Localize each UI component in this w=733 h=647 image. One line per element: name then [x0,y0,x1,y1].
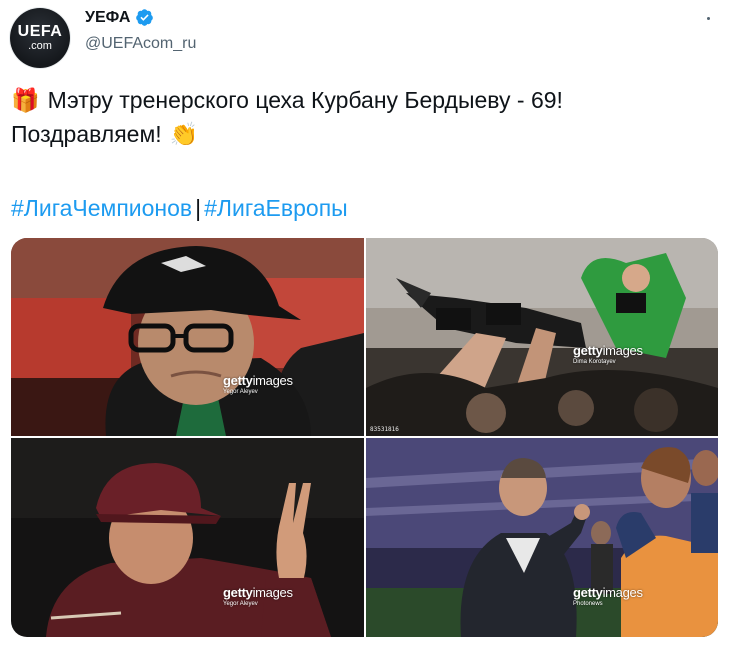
clapping-hands-icon: 👏 [169,121,199,147]
hashtag-link[interactable]: #ЛигаЕвропы [204,195,348,221]
hashtag-separator: | [195,195,202,221]
avatar-logo-text: UEFA [17,23,63,40]
getty-watermark: gettyimages Photonews [573,585,643,607]
getty-watermark: gettyimages Dima Korotayev [573,343,643,365]
gift-icon: 🎁 [11,87,40,113]
tweet-line-1: Мэтру тренерского цеха Курбану Бердыеву … [47,87,563,113]
more-options-button[interactable] [693,6,723,30]
photo-coach-celebrating [366,438,718,637]
photo-4[interactable]: gettyimages Photonews [366,438,718,637]
photo-2[interactable]: gettyimages Dima Korotayev 83531816 [366,238,718,436]
author-name[interactable]: УЕФА [85,9,130,27]
photo-3[interactable]: gettyimages Yegor Aleyev [11,438,364,637]
verified-badge-icon [136,9,154,26]
hashtag-link[interactable]: #ЛигаЧемпионов [11,195,192,221]
photo-celebration-toss [366,238,718,436]
tweet-line-2: Поздравляем! [11,121,162,147]
photo-id-code: 83531816 [370,426,399,433]
hashtags: #ЛигаЧемпионов | #ЛигаЕвропы [11,191,348,225]
photo-1[interactable]: gettyimages Yegor Aleyev [11,238,364,436]
avatar-logo-subtext: .com [28,40,52,52]
avatar[interactable]: UEFA .com [10,8,70,68]
media-grid: gettyimages Yegor Aleyev gettyimages Dim… [11,238,718,637]
photo-coach-victory-sign [11,438,364,637]
tweet-text: 🎁 Мэтру тренерского цеха Курбану Бердыев… [11,83,723,151]
photo-coach-portrait [11,238,364,436]
getty-watermark: gettyimages Yegor Aleyev [223,585,293,607]
author-name-row[interactable]: УЕФА [85,8,154,27]
getty-watermark: gettyimages Yegor Aleyev [223,373,293,395]
more-horizontal-icon [706,16,710,20]
author-handle[interactable]: @UEFAcom_ru [85,35,196,53]
